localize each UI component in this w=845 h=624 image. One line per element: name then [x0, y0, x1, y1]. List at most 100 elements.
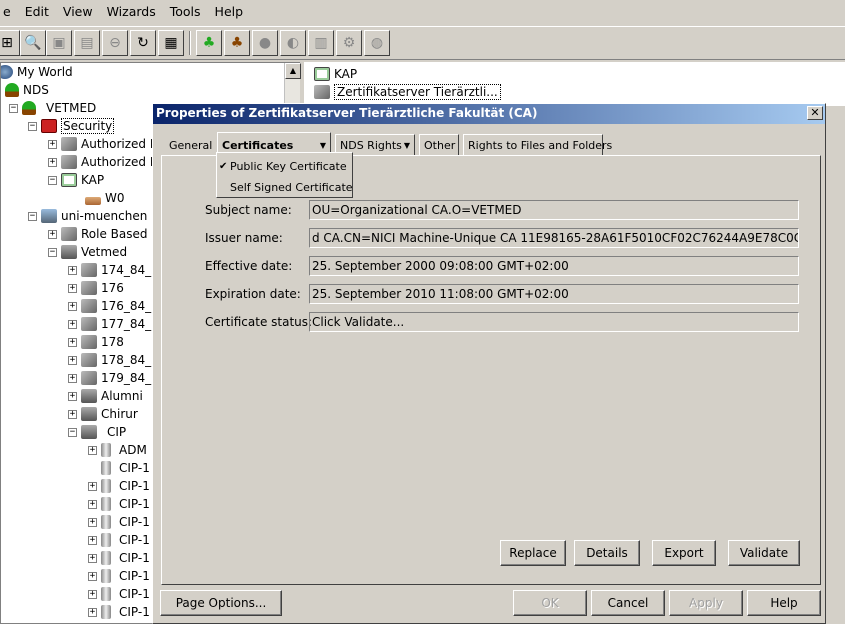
tree-item[interactable]: + Chirur — [68, 405, 138, 423]
tree-item[interactable]: NDS — [5, 81, 49, 99]
expand-icon[interactable]: + — [68, 355, 77, 365]
expand-icon[interactable]: + — [88, 445, 97, 455]
expand-icon[interactable]: + — [88, 553, 97, 563]
rename-icon[interactable]: ↻ — [130, 30, 156, 56]
menu-item-self-signed-certificate[interactable]: Self Signed Certificate — [219, 178, 353, 196]
validate-button[interactable]: Validate — [728, 540, 800, 566]
help-button[interactable]: Help — [747, 590, 821, 616]
collapse-icon[interactable]: − — [28, 211, 37, 221]
tree-item[interactable]: + ADM — [88, 441, 147, 459]
list-item[interactable]: KAP — [314, 65, 357, 83]
apply-button[interactable]: Apply — [669, 590, 743, 616]
menu-edit[interactable]: Edit — [18, 0, 56, 24]
ou-icon — [81, 389, 97, 403]
cancel-button[interactable]: Cancel — [591, 590, 665, 616]
tree-item[interactable]: + Alumni — [68, 387, 143, 405]
expand-icon[interactable]: + — [88, 571, 97, 581]
expand-icon[interactable]: + — [68, 283, 77, 293]
tree-item[interactable]: +178 — [68, 333, 124, 351]
expand-icon[interactable]: + — [88, 589, 97, 599]
expand-icon[interactable]: + — [68, 373, 77, 383]
menu-tools[interactable]: Tools — [163, 0, 208, 24]
tree-item[interactable]: + Role Based — [48, 225, 148, 243]
tree-item[interactable]: +179_84_ — [68, 369, 151, 387]
close-icon[interactable]: ✕ — [807, 106, 823, 120]
tree-item[interactable]: + CIP-1 — [88, 477, 150, 495]
copy-icon[interactable]: ▣ — [46, 30, 72, 56]
collapse-icon[interactable]: − — [9, 103, 18, 113]
export-button[interactable]: Export — [652, 540, 716, 566]
tree-item[interactable]: + CIP-1 — [88, 567, 150, 585]
tree-item[interactable]: +176_84_ — [68, 297, 151, 315]
tree-item[interactable]: +177_84_ — [68, 315, 151, 333]
expand-icon[interactable]: + — [88, 517, 97, 527]
expand-icon[interactable]: + — [68, 337, 77, 347]
collapse-icon[interactable]: − — [68, 427, 77, 437]
tree-item[interactable]: + CIP-1 — [88, 495, 150, 513]
menu-item-public-key-certificate[interactable]: ✔ Public Key Certificate — [219, 157, 347, 175]
ok-button[interactable]: OK — [513, 590, 587, 616]
tree-item[interactable]: − VETMED — [9, 99, 96, 117]
menu-file[interactable]: e — [0, 0, 18, 24]
expand-icon[interactable]: + — [88, 481, 97, 491]
expand-icon[interactable]: + — [48, 157, 57, 167]
expand-icon[interactable]: + — [68, 391, 77, 401]
create-icon[interactable]: ♣ — [196, 30, 222, 56]
collapse-icon[interactable]: − — [48, 175, 57, 185]
collapse-icon[interactable]: − — [48, 247, 57, 257]
tree-item[interactable]: + Authorized F — [48, 153, 157, 171]
tree-item[interactable]: − uni-muenchen — [28, 207, 147, 225]
tree-item[interactable]: +178_84_ — [68, 351, 151, 369]
menu-help[interactable]: Help — [208, 0, 251, 24]
settings-icon[interactable]: ⚙ — [336, 30, 362, 56]
tab-general[interactable]: General — [165, 134, 217, 156]
tab-other[interactable]: Other — [419, 134, 459, 156]
expand-icon[interactable]: + — [88, 607, 97, 617]
expand-icon[interactable]: + — [88, 535, 97, 545]
user-props-icon[interactable]: ◐ — [280, 30, 306, 56]
expand-icon[interactable]: + — [68, 319, 77, 329]
tree-item[interactable]: + CIP-1 — [88, 513, 150, 531]
tree-item[interactable]: +176 — [68, 279, 124, 297]
expand-icon[interactable]: + — [68, 409, 77, 419]
tree-item[interactable]: + CIP-1 — [88, 603, 150, 621]
tree-item[interactable]: + CIP-1 — [88, 531, 150, 549]
collapse-icon[interactable]: − — [28, 121, 37, 131]
tree-icon[interactable]: ⊞ — [0, 30, 20, 56]
tree-item[interactable]: + CIP-1 — [88, 549, 150, 567]
search-icon[interactable]: 🔍 — [20, 30, 46, 56]
delete-icon[interactable]: ⊖ — [102, 30, 128, 56]
tree-item[interactable]: + CIP-1 — [88, 585, 150, 603]
list-item[interactable]: Zertifikatserver Tierärztli... — [314, 83, 501, 101]
move-icon[interactable]: ▤ — [74, 30, 100, 56]
tab-rights-to-files[interactable]: Rights to Files and Folders — [463, 134, 612, 156]
menu-wizards[interactable]: Wizards — [100, 0, 163, 24]
tree-item[interactable]: − CIP — [68, 423, 126, 441]
server-icon[interactable]: ◍ — [364, 30, 390, 56]
tree-item[interactable]: +174_84_ — [68, 261, 151, 279]
tree-item[interactable]: My World — [1, 63, 73, 81]
tree-item[interactable]: − KAP — [48, 171, 104, 189]
issuer-name-field: d CA.CN=NICI Machine-Unique CA 11E98165-… — [309, 228, 799, 248]
dialog-titlebar[interactable]: Properties of Zertifikatserver Tierärztl… — [153, 104, 825, 124]
user-icon[interactable]: ● — [252, 30, 278, 56]
tree-item[interactable]: W0 — [85, 189, 125, 207]
expand-icon[interactable]: + — [68, 265, 77, 275]
page-options-button[interactable]: Page Options... — [160, 590, 282, 616]
notes-icon[interactable]: ▦ — [158, 30, 184, 56]
expand-icon[interactable]: + — [48, 139, 57, 149]
scroll-up-icon[interactable]: ▲ — [285, 63, 301, 79]
tree-item[interactable]: − Vetmed — [48, 243, 127, 261]
partition-icon[interactable]: ♣ — [224, 30, 250, 56]
tree-item[interactable]: CIP-1 — [88, 459, 150, 477]
server-icon — [101, 515, 111, 529]
tree-item[interactable]: − Security — [28, 117, 115, 135]
details-button[interactable]: Details — [574, 540, 640, 566]
expand-icon[interactable]: + — [48, 229, 57, 239]
menu-view[interactable]: View — [56, 0, 100, 24]
replace-button[interactable]: Replace — [500, 540, 566, 566]
tree-item[interactable]: + Authorized L — [48, 135, 157, 153]
expand-icon[interactable]: + — [88, 499, 97, 509]
expand-icon[interactable]: + — [68, 301, 77, 311]
group-icon[interactable]: ▥ — [308, 30, 334, 56]
